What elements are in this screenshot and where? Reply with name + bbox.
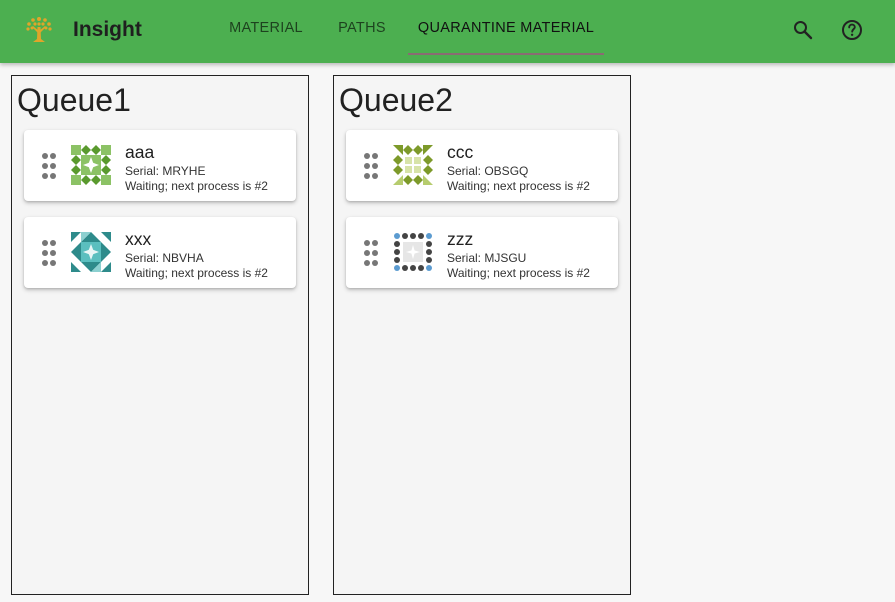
- material-name: aaa: [125, 142, 155, 162]
- queue-title: Queue2: [339, 82, 453, 118]
- drag-handle-icon[interactable]: [363, 153, 379, 179]
- material-name: ccc: [447, 142, 474, 162]
- identicon-avatar: [71, 232, 111, 272]
- material-card[interactable]: xxx Serial: NBVHA Waiting; next process …: [24, 217, 296, 288]
- queue-title: Queue1: [17, 82, 131, 118]
- material-card[interactable]: zzz Serial: MJSGU Waiting; next process …: [346, 217, 618, 288]
- material-serial: Serial: MRYHE: [125, 164, 206, 178]
- material-card[interactable]: ccc Serial: OBSGQ Waiting; next process …: [346, 130, 618, 201]
- material-serial: Serial: MJSGU: [447, 251, 527, 265]
- material-name: zzz: [447, 229, 474, 249]
- tab-label: PATHS: [338, 19, 386, 36]
- drag-handle-icon[interactable]: [41, 240, 57, 266]
- active-tab-indicator: [408, 53, 604, 55]
- queue-panel: Queue2 ccc Serial: OBSGQ Waiting; next p…: [333, 75, 631, 595]
- tab-quarantine-material[interactable]: QUARANTINE MATERIAL: [408, 0, 604, 55]
- identicon-avatar: [393, 145, 433, 185]
- app-title: Insight: [73, 18, 142, 41]
- drag-handle-icon[interactable]: [41, 153, 57, 179]
- material-serial: Serial: NBVHA: [125, 251, 204, 265]
- tab-label: MATERIAL: [229, 19, 303, 36]
- material-status: Waiting; next process is #2: [125, 266, 268, 280]
- identicon-avatar: [393, 232, 433, 272]
- app-bar: Insight MATERIAL PATHS QUARANTINE MATERI…: [0, 0, 895, 63]
- queue-panel: Queue1 aaa Serial: MRYHE Waiting; next p…: [11, 75, 309, 595]
- material-status: Waiting; next process is #2: [447, 179, 590, 193]
- tab-paths[interactable]: PATHS: [326, 0, 398, 55]
- search-icon[interactable]: [791, 18, 815, 42]
- tab-material[interactable]: MATERIAL: [223, 0, 309, 55]
- help-circle-icon[interactable]: [840, 18, 864, 42]
- material-status: Waiting; next process is #2: [125, 179, 268, 193]
- drag-handle-icon[interactable]: [363, 240, 379, 266]
- material-card[interactable]: aaa Serial: MRYHE Waiting; next process …: [24, 130, 296, 201]
- tab-label: QUARANTINE MATERIAL: [417, 19, 595, 36]
- material-serial: Serial: OBSGQ: [447, 164, 529, 178]
- material-name: xxx: [125, 229, 152, 249]
- tree-logo-icon: [26, 17, 52, 42]
- material-status: Waiting; next process is #2: [447, 266, 590, 280]
- identicon-avatar: [71, 145, 111, 185]
